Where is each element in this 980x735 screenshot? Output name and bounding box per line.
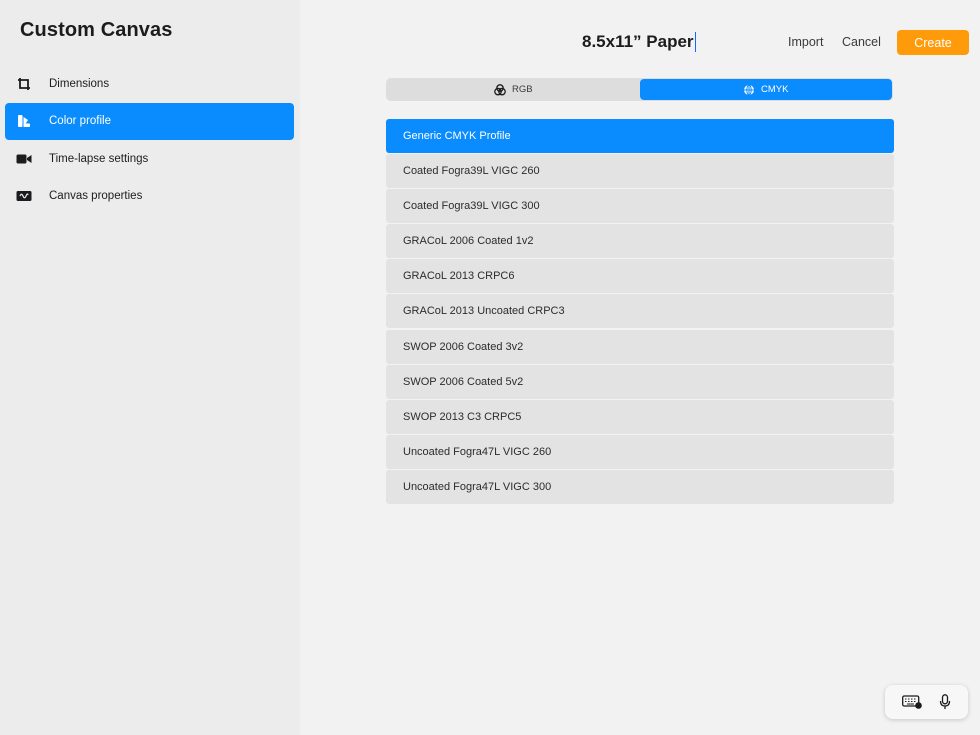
sidebar-item-canvas-properties[interactable]: Canvas properties [5, 178, 294, 215]
profile-item[interactable]: SWOP 2006 Coated 5v2 [386, 364, 894, 399]
cmyk-globe-icon [743, 84, 755, 96]
sidebar-item-time-lapse-settings[interactable]: Time-lapse settings [5, 140, 294, 177]
sidebar-title: Custom Canvas [20, 19, 173, 41]
profile-item[interactable]: Generic CMYK Profile [386, 119, 894, 153]
keyboard-accessory-bar [885, 685, 968, 719]
profile-item[interactable]: SWOP 2013 C3 CRPC5 [386, 399, 894, 434]
text-cursor [694, 32, 697, 52]
profile-item[interactable]: GRACoL 2013 Uncoated CRPC3 [386, 294, 894, 329]
profile-item[interactable]: SWOP 2006 Coated 3v2 [386, 329, 894, 364]
profile-item[interactable]: Uncoated Fogra47L VIGC 300 [386, 469, 894, 504]
segment-rgb[interactable]: RGB [387, 79, 640, 100]
color-swatch-icon [16, 113, 32, 129]
profile-item[interactable]: Coated Fogra39L VIGC 300 [386, 189, 894, 224]
sidebar: Custom Canvas Dimensions Color profile T… [0, 0, 300, 735]
sidebar-item-label: Time-lapse settings [49, 152, 149, 165]
cancel-button[interactable]: Cancel [842, 35, 881, 49]
crop-icon [16, 76, 32, 92]
rgb-circles-icon [494, 83, 506, 96]
keyboard-dismiss-icon[interactable] [901, 695, 922, 709]
import-button[interactable]: Import [788, 35, 823, 49]
canvas-properties-icon [16, 188, 32, 204]
color-mode-segmented-control: RGB CMYK [386, 78, 893, 101]
profile-item[interactable]: Coated Fogra39L VIGC 260 [386, 154, 894, 189]
sidebar-item-dimensions[interactable]: Dimensions [5, 65, 294, 102]
sidebar-item-label: Canvas properties [49, 190, 143, 202]
color-profile-list: Generic CMYK Profile Coated Fogra39L VIG… [386, 119, 894, 505]
profile-item[interactable]: GRACoL 2013 CRPC6 [386, 259, 894, 294]
sidebar-nav: Dimensions Color profile Time-lapse sett… [5, 65, 294, 215]
video-camera-icon [16, 151, 32, 167]
profile-item[interactable]: GRACoL 2006 Coated 1v2 [386, 224, 894, 259]
sidebar-item-label: Color profile [49, 115, 111, 127]
canvas-name-field[interactable]: 8.5x11” Paper [582, 32, 697, 52]
segment-cmyk[interactable]: CMYK [639, 79, 892, 100]
sidebar-item-color-profile[interactable]: Color profile [5, 102, 294, 140]
canvas-name-text: 8.5x11” Paper [582, 32, 694, 51]
microphone-icon[interactable] [939, 694, 951, 710]
profile-item[interactable]: Uncoated Fogra47L VIGC 260 [386, 434, 894, 469]
segment-label: RGB [511, 84, 533, 95]
create-button[interactable]: Create [897, 30, 969, 55]
sidebar-item-label: Dimensions [49, 77, 110, 90]
segment-label: CMYK [761, 84, 789, 95]
